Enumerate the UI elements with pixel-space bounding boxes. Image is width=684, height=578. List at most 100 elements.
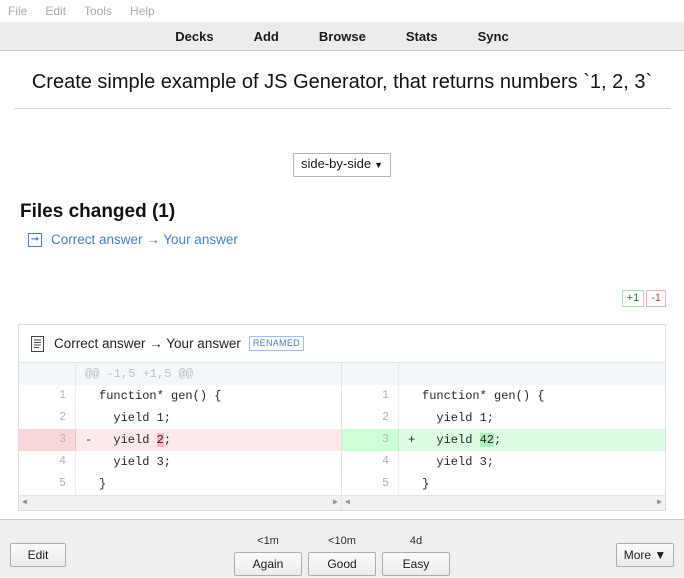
diff-row: 1 function* gen() { [19,385,341,407]
line-number: 4 [342,451,399,473]
diff-row-added: 3 + yield 42; [342,429,665,451]
file-icon [31,335,44,352]
diff-view-mode-select[interactable]: side-by-side ▼ [292,153,391,177]
file-diff-container: Correct answer → Your answer RENAMED @@ … [18,324,666,511]
file-diff-header: Correct answer → Your answer RENAMED [19,325,665,363]
diff-row-hunk [342,363,665,385]
line-number [19,363,76,385]
line-number: 2 [342,407,399,429]
code-pre: yield 3; [422,455,495,469]
diff-sign [408,451,422,473]
file-diff-name: Correct answer → Your answer [54,336,241,351]
diff-code-text: function* gen() { [76,385,341,407]
diff-sign: - [85,433,93,447]
diff-row: 4 yield 3; [19,451,341,473]
code-pre: function* gen() { [99,389,222,403]
nav-link-stats[interactable]: Stats [406,29,438,44]
answer-buttons-group: <1m Again <10m Good 4d Easy [0,535,684,576]
diff-row: 2 yield 1; [19,407,341,429]
scroll-left-arrow-icon[interactable]: ◀ [345,499,350,507]
diff-sign [85,407,99,429]
code-pre: yield [422,433,480,447]
hunk-header-text: @@ -1,5 +1,5 @@ [85,367,194,381]
diff-code-text: yield 3; [399,451,665,473]
easy-button[interactable]: Easy [382,552,450,576]
main-nav-bar: Decks Add Browse Stats Sync [0,22,684,51]
menu-item-file[interactable]: File [8,0,27,22]
diff-row: 2 yield 1; [342,407,665,429]
diff-code-text: function* gen() { [399,385,665,407]
code-pre: } [422,477,430,491]
diff-sign [408,473,422,495]
rename-arrow-icon: ➞ [28,232,42,247]
diff-code-text: - yield 2; [76,429,341,451]
question-divider [14,108,670,109]
code-pre: yield 1; [99,411,172,425]
line-number: 4 [19,451,76,473]
diff-row: 5 } [342,473,665,495]
menu-item-edit[interactable]: Edit [45,0,66,22]
nav-link-sync[interactable]: Sync [478,29,509,44]
file-summary-link[interactable]: Correct answer → Your answer [51,232,238,247]
additions-badge: +1 [621,290,645,307]
diff-sign: + [408,433,416,447]
menu-item-help[interactable]: Help [130,0,155,22]
view-mode-row: side-by-side ▼ [0,153,684,177]
diff-pane-right: 1 function* gen() { 2 yield 1; 3 + yield… [342,363,665,510]
scroll-right-arrow-icon[interactable]: ▶ [333,499,338,507]
nav-link-decks[interactable]: Decks [175,29,213,44]
code-pre: yield [99,433,157,447]
nav-link-add[interactable]: Add [254,29,279,44]
chevron-down-icon: ▼ [374,160,383,170]
diff-code-text: yield 3; [76,451,341,473]
deletions-badge: -1 [646,290,666,307]
nav-link-browse[interactable]: Browse [319,29,366,44]
diff-row-hunk: @@ -1,5 +1,5 @@ [19,363,341,385]
diff-sign [85,473,99,495]
answer-column-good: <10m Good [308,535,376,576]
diff-code-text: yield 1; [76,407,341,429]
diff-code-text: } [76,473,341,495]
code-pre: yield 3; [99,455,172,469]
menu-item-tools[interactable]: Tools [84,0,112,22]
review-bottom-bar: Edit <1m Again <10m Good 4d Easy More ▼ [0,519,684,577]
code-highlight: 42 [479,433,495,447]
more-button[interactable]: More ▼ [616,543,674,567]
diff-pane-left: @@ -1,5 +1,5 @@ 1 function* gen() { 2 yi… [19,363,342,510]
interval-label-easy: 4d [409,535,423,547]
file-summary-row: ➞ Correct answer → Your answer [28,232,684,247]
diff-panes: @@ -1,5 +1,5 @@ 1 function* gen() { 2 yi… [19,363,665,510]
answer-column-easy: 4d Easy [382,535,450,576]
diff-code-text: + yield 42; [399,429,665,451]
code-pre: function* gen() { [422,389,545,403]
diff-row: 4 yield 3; [342,451,665,473]
code-highlight: 2 [156,433,164,447]
code-post: ; [494,433,502,447]
diff-row-deleted: 3 - yield 2; [19,429,341,451]
scroll-left-arrow-icon[interactable]: ◀ [22,499,27,507]
hunk-header-text [399,363,665,385]
diff-view-mode-value: side-by-side [300,156,372,171]
diff-stat-badges: +1 -1 [621,290,666,307]
interval-label-good: <10m [328,535,356,547]
diff-horizontal-scrollbar-left[interactable]: ◀ ▶ [19,495,341,510]
card-content-area: Create simple example of JS Generator, t… [0,51,684,519]
code-pre: } [99,477,107,491]
diff-horizontal-scrollbar-right[interactable]: ◀ ▶ [342,495,665,510]
line-number: 1 [342,385,399,407]
good-button[interactable]: Good [308,552,376,576]
renamed-status-badge: RENAMED [248,336,304,351]
line-number: 2 [19,407,76,429]
diff-sign [408,385,422,407]
line-number: 3 [342,429,399,451]
answer-column-again: <1m Again [234,535,302,576]
diff-sign [85,385,99,407]
diff-sign [408,407,422,429]
again-button[interactable]: Again [234,552,302,576]
line-number: 5 [342,473,399,495]
diff-sign [85,451,99,473]
card-question-text: Create simple example of JS Generator, t… [31,71,653,93]
diff-row: 1 function* gen() { [342,385,665,407]
diff-row: 5 } [19,473,341,495]
scroll-right-arrow-icon[interactable]: ▶ [657,499,662,507]
